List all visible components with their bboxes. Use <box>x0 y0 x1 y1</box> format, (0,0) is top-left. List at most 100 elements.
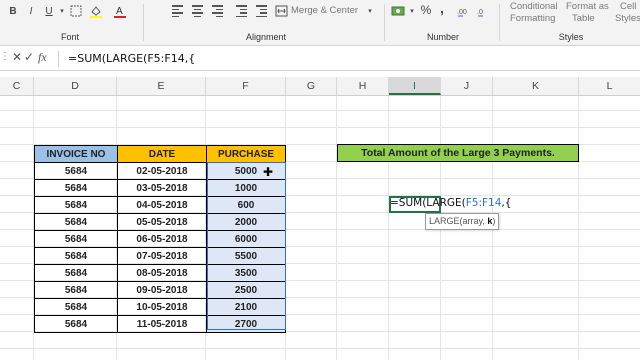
number-group: ▾ % , .00 .0 Number <box>387 0 499 45</box>
accounting-format-icon[interactable] <box>390 4 408 18</box>
font-group: B I U ▾ A Font <box>0 0 140 45</box>
date-cell[interactable]: 07-05-2018 <box>117 247 207 265</box>
invoice-no-header[interactable]: INVOICE NO <box>34 145 118 163</box>
purchase-cell[interactable]: 2000 <box>206 213 286 231</box>
date-cell[interactable]: 05-05-2018 <box>117 213 207 231</box>
gridline <box>0 127 640 128</box>
insert-function-icon[interactable]: fx <box>38 50 47 65</box>
ribbon-separator <box>499 4 500 41</box>
purchase-cell[interactable]: 2100 <box>206 298 286 316</box>
purchase-cell[interactable]: 5500 <box>206 247 286 265</box>
column-header-j[interactable]: J <box>441 77 493 95</box>
purchase-header[interactable]: PURCHASE <box>206 145 286 163</box>
table-row: 5684 06-05-2018 6000 <box>34 230 286 248</box>
invoice-cell[interactable]: 5684 <box>34 298 118 316</box>
formula-bar-divider <box>58 51 59 67</box>
date-header[interactable]: DATE <box>117 145 207 163</box>
purchase-cell[interactable]: 6000 <box>206 230 286 248</box>
cell-styles-line2: Styles <box>615 13 640 24</box>
purchase-cell[interactable]: 600 <box>206 196 286 214</box>
purchase-cell[interactable]: 1000 <box>206 179 286 197</box>
underline-button[interactable]: U <box>42 4 56 18</box>
purchase-cell[interactable]: 2500 <box>206 281 286 299</box>
invoice-cell[interactable]: 5684 <box>34 162 118 180</box>
fill-color-icon[interactable] <box>88 4 104 18</box>
gridline <box>578 96 579 360</box>
column-header-g[interactable]: G <box>286 77 337 95</box>
decrease-indent-icon[interactable] <box>234 5 248 17</box>
in-cell-formula-editor[interactable]: =SUM(LARGE(F5:F14,{ <box>390 197 511 209</box>
table-row: 5684 10-05-2018 2100 <box>34 298 286 316</box>
decrease-decimal-icon[interactable]: .0 <box>477 4 493 18</box>
align-right-icon[interactable] <box>210 5 224 17</box>
gridline <box>0 348 640 349</box>
cancel-formula-icon[interactable]: ✕ <box>12 50 22 64</box>
column-header-e[interactable]: E <box>117 77 206 95</box>
invoice-cell[interactable]: 5684 <box>34 179 118 197</box>
conditional-formatting-line2: Formatting <box>510 13 556 24</box>
column-header-l[interactable]: L <box>579 77 640 95</box>
table-row: 5684 05-05-2018 2000 <box>34 213 286 231</box>
font-group-label: Font <box>60 32 79 42</box>
merge-dropdown-icon[interactable]: ▾ <box>366 4 374 18</box>
purchase-cell[interactable]: 5000 <box>206 162 286 180</box>
table-row: 5684 04-05-2018 600 <box>34 196 286 214</box>
date-cell[interactable]: 11-05-2018 <box>117 315 207 333</box>
purchase-cell[interactable]: 2700 <box>206 315 286 333</box>
merge-center-button[interactable]: Merge & Center <box>291 5 358 16</box>
borders-icon[interactable] <box>68 4 84 18</box>
percent-style-button[interactable]: % <box>420 3 432 17</box>
function-argument-tooltip: LARGE(array, k) <box>425 213 500 230</box>
title-cell[interactable]: Total Amount of the Large 3 Payments. <box>337 144 579 162</box>
column-header-c[interactable]: C <box>0 77 34 95</box>
date-cell[interactable]: 10-05-2018 <box>117 298 207 316</box>
align-left-icon[interactable] <box>170 5 184 17</box>
purchase-cell[interactable]: 3500 <box>206 264 286 282</box>
invoice-cell[interactable]: 5684 <box>34 230 118 248</box>
increase-decimal-icon[interactable]: .00 <box>457 4 473 18</box>
invoice-cell[interactable]: 5684 <box>34 213 118 231</box>
date-cell[interactable]: 02-05-2018 <box>117 162 207 180</box>
gridline <box>388 96 389 360</box>
table-row: 5684 07-05-2018 5500 <box>34 247 286 265</box>
name-box-resize-handle[interactable]: ⋮ <box>0 51 10 62</box>
column-header-i[interactable]: I <box>389 77 441 95</box>
styles-group: Conditional Formatting Format as Table C… <box>502 0 640 45</box>
enter-formula-icon[interactable]: ✓ <box>24 50 34 64</box>
date-cell[interactable]: 03-05-2018 <box>117 179 207 197</box>
merge-center-icon[interactable] <box>274 4 288 18</box>
formula-suffix: ,{ <box>501 197 512 209</box>
table-row: 5684 02-05-2018 5000 <box>34 162 286 180</box>
conditional-formatting-line1: Conditional <box>510 1 558 12</box>
invoice-cell[interactable]: 5684 <box>34 247 118 265</box>
underline-dropdown-icon[interactable]: ▾ <box>58 4 66 18</box>
table-row: 5684 09-05-2018 2500 <box>34 281 286 299</box>
invoice-cell[interactable]: 5684 <box>34 315 118 333</box>
format-as-table-line2: Table <box>572 13 595 24</box>
formula-input[interactable]: =SUM(LARGE(F5:F14,{ <box>68 52 195 65</box>
font-color-icon[interactable]: A <box>112 4 128 18</box>
increase-indent-icon[interactable] <box>254 5 268 17</box>
date-cell[interactable]: 08-05-2018 <box>117 264 207 282</box>
align-center-icon[interactable] <box>190 5 204 17</box>
cell-styles-line1: Cell <box>620 1 637 12</box>
invoice-cell[interactable]: 5684 <box>34 196 118 214</box>
date-cell[interactable]: 09-05-2018 <box>117 281 207 299</box>
column-header-d[interactable]: D <box>34 77 117 95</box>
comma-style-button[interactable]: , <box>437 0 447 16</box>
table-row: 5684 11-05-2018 2700 <box>34 315 286 333</box>
column-header-k[interactable]: K <box>493 77 579 95</box>
alignment-group: Merge & Center ▾ Alignment <box>146 0 386 45</box>
ribbon: B I U ▾ A Font Merge & Center ▾ Alignmen… <box>0 0 640 46</box>
column-header-f[interactable]: F <box>206 77 286 95</box>
date-cell[interactable]: 06-05-2018 <box>117 230 207 248</box>
date-cell[interactable]: 04-05-2018 <box>117 196 207 214</box>
invoice-cell[interactable]: 5684 <box>34 281 118 299</box>
bold-button[interactable]: B <box>6 4 20 18</box>
invoice-cell[interactable]: 5684 <box>34 264 118 282</box>
italic-button[interactable]: I <box>24 4 38 18</box>
column-header-h[interactable]: H <box>337 77 389 95</box>
accounting-dropdown-icon[interactable]: ▾ <box>408 4 416 18</box>
formula-range-reference: F5:F14 <box>465 197 502 209</box>
table-row: 5684 08-05-2018 3500 <box>34 264 286 282</box>
